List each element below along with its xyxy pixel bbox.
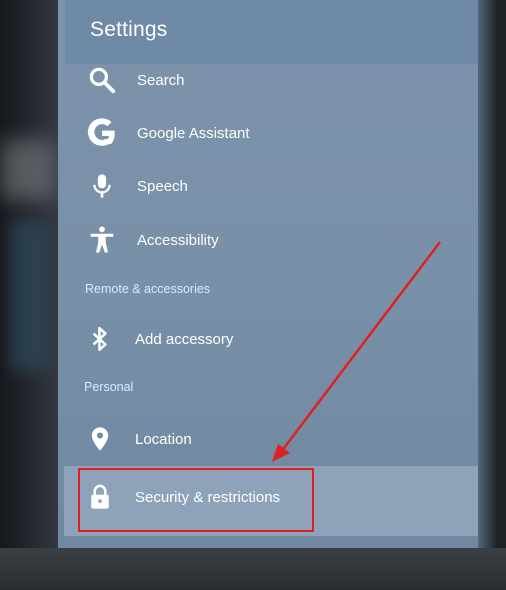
menu-item-label: Speech <box>137 177 188 195</box>
location-pin-icon <box>80 419 120 459</box>
section-header-remote-accessories: Remote & accessories <box>85 282 211 296</box>
background-blur <box>0 140 55 200</box>
menu-item-label: Location <box>135 430 192 448</box>
menu-item-label: Add accessory <box>135 330 234 348</box>
menu-item-speech[interactable]: Speech <box>82 163 462 209</box>
page-title: Settings <box>90 18 168 41</box>
tv-bezel-right <box>476 0 506 590</box>
menu-item-location[interactable]: Location <box>80 416 460 462</box>
menu-item-label: Search <box>137 71 185 89</box>
annotation-highlight-box <box>78 468 314 532</box>
accessibility-icon <box>82 220 122 260</box>
google-icon <box>82 113 122 153</box>
tv-bezel-bottom <box>0 548 506 590</box>
menu-item-label: Google Assistant <box>137 124 250 142</box>
section-header-personal: Personal <box>84 380 134 394</box>
menu-item-add-accessory[interactable]: Add accessory <box>80 316 460 362</box>
menu-item-search[interactable]: Search <box>82 57 462 103</box>
menu-item-accessibility[interactable]: Accessibility <box>82 217 462 263</box>
menu-item-label: Accessibility <box>137 231 219 249</box>
bluetooth-icon <box>80 319 120 359</box>
microphone-icon <box>82 166 122 206</box>
menu-item-google-assistant[interactable]: Google Assistant <box>82 110 462 156</box>
background-blur <box>10 220 50 370</box>
search-icon <box>82 60 122 100</box>
